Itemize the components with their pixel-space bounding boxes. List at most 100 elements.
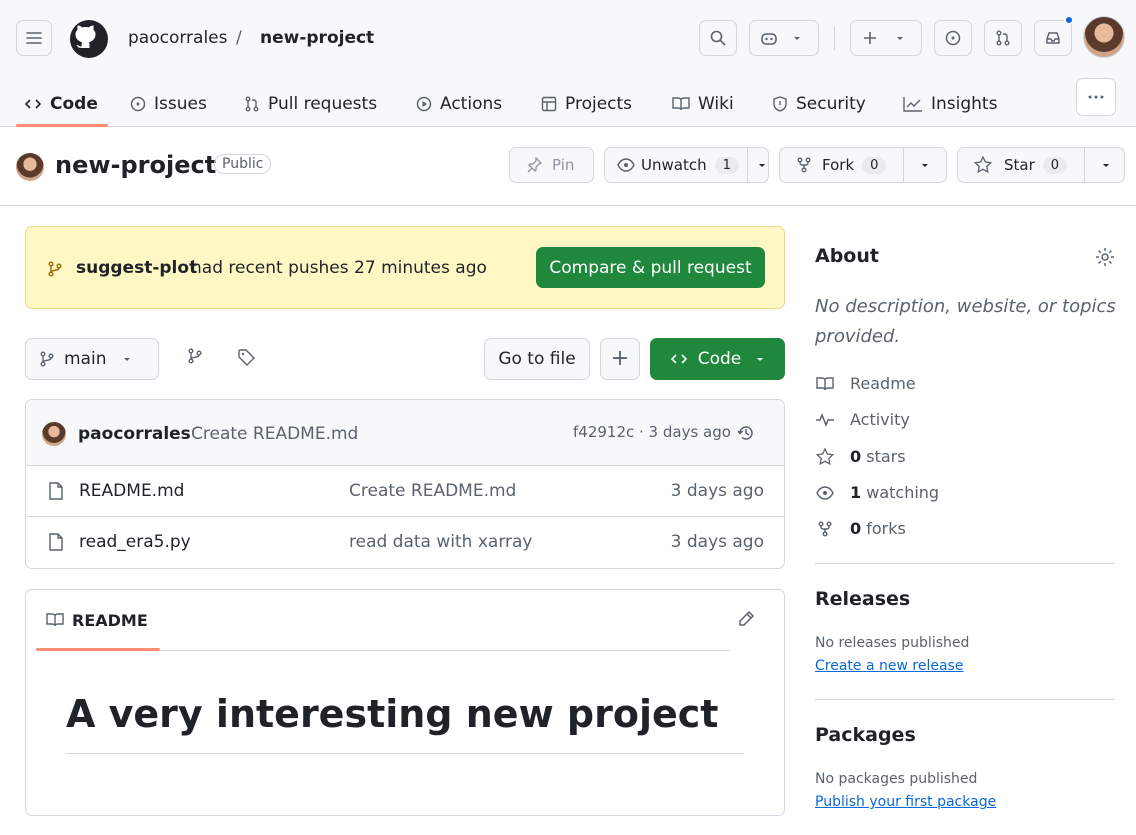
chevron-down-icon	[124, 358, 131, 361]
repo-owner-avatar	[16, 153, 44, 181]
star-icon	[815, 447, 835, 465]
about-title: About	[815, 245, 879, 267]
pin-icon	[527, 157, 542, 173]
fork-icon	[797, 157, 811, 173]
tab-pull-requests[interactable]: Pull requests	[244, 82, 377, 126]
star-label: Star	[1004, 156, 1035, 174]
code-label: Code	[697, 349, 742, 369]
sidebar-divider	[815, 563, 1115, 564]
notification-dot-icon	[1064, 15, 1074, 25]
avatar[interactable]	[1083, 16, 1125, 58]
issues-button[interactable]	[934, 20, 972, 56]
sidebar-divider	[815, 699, 1115, 700]
pulse-icon	[816, 412, 834, 427]
branch-select[interactable]: main	[25, 338, 159, 380]
tags-link[interactable]	[238, 349, 255, 366]
fork-count: 0	[862, 156, 887, 174]
breadcrumb-owner[interactable]: paocorrales	[128, 28, 228, 48]
pencil-icon[interactable]	[737, 610, 755, 628]
github-logo-icon[interactable]	[70, 20, 108, 58]
gear-icon[interactable]	[1095, 247, 1115, 267]
divider	[834, 26, 835, 50]
file-list: paocorrales Create README.md f42912c · 3…	[25, 399, 785, 569]
banner-branch[interactable]: suggest-plot	[76, 258, 197, 278]
branch-icon	[188, 348, 202, 364]
eye-icon	[617, 158, 635, 172]
book-icon	[46, 613, 64, 627]
pull-request-icon	[245, 96, 259, 112]
forks-text: 0 forks	[850, 519, 906, 538]
branch-icon	[48, 261, 62, 277]
file-name[interactable]: read_era5.py	[79, 532, 191, 552]
chevron-down-icon	[897, 37, 903, 40]
tab-projects[interactable]: Projects	[541, 82, 632, 126]
tab-label: Security	[796, 94, 866, 114]
history-icon[interactable]	[737, 424, 755, 442]
file-commit-message[interactable]: read data with xarray	[349, 532, 533, 552]
create-new-button[interactable]	[850, 20, 922, 56]
readme-header-divider	[160, 650, 730, 651]
shield-icon	[773, 96, 787, 112]
watching-link[interactable]: 1 watching	[815, 483, 939, 502]
branches-link[interactable]	[188, 348, 202, 364]
issue-icon	[130, 96, 146, 112]
search-icon	[710, 30, 726, 46]
unwatch-button[interactable]: Unwatch 1	[604, 147, 769, 183]
fork-label: Fork	[822, 156, 855, 174]
inbox-button[interactable]	[1034, 20, 1072, 56]
pin-button[interactable]: Pin	[509, 147, 594, 183]
pull-request-icon	[996, 30, 1010, 46]
tab-label: Wiki	[698, 94, 734, 114]
compare-pull-request-button[interactable]: Compare & pull request	[536, 247, 765, 288]
more-tabs-button[interactable]	[1076, 78, 1116, 116]
commit-author[interactable]: paocorrales	[78, 424, 191, 444]
breadcrumb-repo[interactable]: new-project	[260, 28, 374, 48]
repo-title[interactable]: new-project	[55, 151, 216, 179]
commit-meta[interactable]: f42912c · 3 days ago	[573, 423, 731, 441]
latest-commit-bar: paocorrales Create README.md f42912c · 3…	[26, 400, 784, 466]
go-to-file-label: Go to file	[498, 349, 576, 369]
star-button[interactable]: Star 0	[957, 147, 1125, 183]
tab-security[interactable]: Security	[772, 82, 866, 126]
file-time: 3 days ago	[670, 481, 764, 501]
stars-label: stars	[866, 447, 906, 466]
chevron-down-icon	[922, 164, 929, 167]
code-dropdown-button[interactable]: Code	[650, 338, 785, 380]
star-count: 0	[1042, 156, 1068, 174]
pull-requests-button[interactable]	[984, 20, 1022, 56]
code-icon	[670, 354, 687, 364]
file-icon	[49, 533, 63, 551]
activity-link[interactable]: Activity	[815, 410, 910, 429]
file-name[interactable]: README.md	[79, 481, 184, 501]
add-file-button[interactable]: +	[600, 338, 640, 380]
publish-package-link[interactable]: Publish your first package	[815, 794, 996, 810]
branch-icon	[40, 351, 54, 367]
pin-label: Pin	[552, 156, 575, 174]
create-release-link[interactable]: Create a new release	[815, 658, 963, 674]
tab-code[interactable]: Code	[24, 82, 98, 126]
releases-title[interactable]: Releases	[815, 588, 910, 610]
go-to-file-button[interactable]: Go to file	[484, 338, 590, 380]
watch-count: 1	[714, 156, 739, 174]
fork-button[interactable]: Fork 0	[779, 147, 947, 183]
stars-link[interactable]: 0 stars	[815, 447, 906, 466]
readme-link[interactable]: Readme	[815, 374, 916, 393]
tab-insights[interactable]: Insights	[903, 82, 997, 126]
branch-name: main	[64, 349, 107, 369]
readme-heading: A very interesting new project	[66, 692, 719, 736]
play-icon	[416, 96, 432, 112]
copilot-button[interactable]	[749, 20, 819, 56]
file-commit-message[interactable]: Create README.md	[349, 481, 516, 501]
readme-tab[interactable]: README	[36, 590, 160, 650]
tab-wiki[interactable]: Wiki	[672, 82, 734, 126]
tab-actions[interactable]: Actions	[416, 82, 502, 126]
commit-message[interactable]: Create README.md	[191, 424, 358, 444]
visibility-badge: Public	[214, 154, 272, 174]
menu-button[interactable]	[16, 20, 52, 56]
packages-title[interactable]: Packages	[815, 724, 916, 746]
tab-issues[interactable]: Issues	[130, 82, 207, 126]
file-time: 3 days ago	[670, 532, 764, 552]
search-button[interactable]	[699, 20, 737, 56]
forks-link[interactable]: 0 forks	[815, 519, 906, 538]
chevron-down-icon	[757, 358, 764, 361]
